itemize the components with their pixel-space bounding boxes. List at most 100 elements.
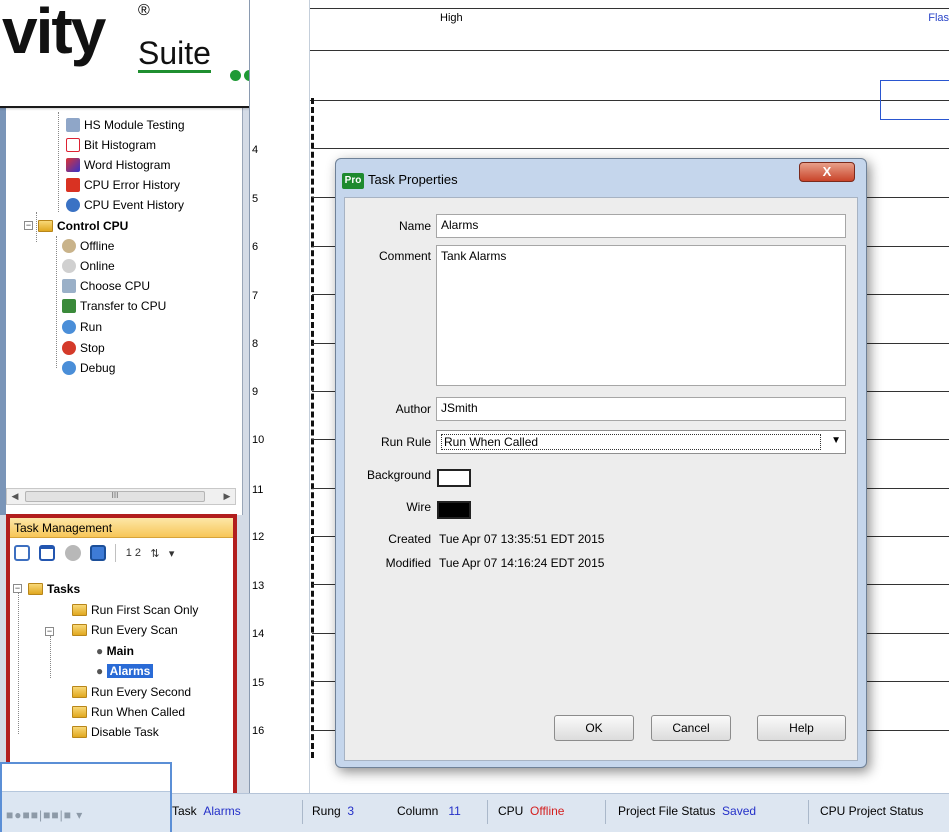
rung-number: 5 [252,193,259,205]
tree-item-cpu-event-history[interactable]: CPU Event History [66,195,184,215]
rung-number: 4 [252,144,259,156]
tree-item-label: CPU Error History [84,178,181,192]
tree-item-debug[interactable]: Debug [62,358,115,378]
tree-item-word-histogram[interactable]: Word Histogram [66,155,170,175]
folder-icon [72,726,87,738]
tree-item-label: Stop [80,341,105,355]
status-label: Project File Status [618,804,716,818]
status-separator [808,800,809,824]
task-properties-icon[interactable] [90,545,107,561]
collapse-toggle[interactable]: − [24,221,33,230]
tree-item-label: Run First Scan Only [91,603,199,617]
dialog-titlebar[interactable]: Pro Task Properties [342,167,458,193]
logo-suite-text: Suite [138,35,211,73]
tree-item-label: Offline [80,239,115,253]
ladder-top-border [310,8,949,9]
tree-item-label: Run Every Second [91,685,192,699]
tree-item-offline[interactable]: Offline [62,236,114,256]
open-task-icon[interactable] [39,545,56,561]
status-task-value: Alarms [203,804,241,818]
task-item-run-when-called[interactable]: Run When Called [72,702,185,722]
status-separator [487,800,488,824]
tree-item-label: Alarms [106,664,154,678]
word-histogram-icon [66,158,80,172]
name-label: Name [398,219,431,233]
tree-item-label: Control CPU [57,219,129,233]
disabled-task-icon[interactable] [64,545,81,561]
folder-icon [72,686,87,698]
tree-item-label: Run Every Scan [91,623,178,637]
task-item-run-every-scan[interactable]: Run Every Scan [72,620,178,640]
run-rule-select[interactable]: Run When Called ▼ [436,430,846,454]
rung-line [310,100,949,101]
task-tree-root[interactable]: Tasks [28,579,80,599]
scroll-right-arrow[interactable]: ▶ [221,491,233,502]
task-item-alarms[interactable]: ● Alarms [96,661,154,681]
move-task-icon[interactable]: ⇅ [150,547,159,560]
modified-value: Tue Apr 07 14:16:24 EDT 2015 [439,556,605,570]
tree-item-label: Run When Called [91,705,186,719]
cancel-button[interactable]: Cancel [651,715,731,741]
task-item-disable-task[interactable]: Disable Task [72,722,159,742]
rung-number: 10 [252,434,265,446]
wire-color-swatch[interactable] [437,501,471,519]
tree-connector [58,112,59,212]
tree-item-online[interactable]: Online [62,256,115,276]
rung-number: 12 [252,531,265,543]
author-field[interactable]: JSmith [436,397,846,421]
tree-item-hs-module-testing[interactable]: HS Module Testing [66,115,185,135]
ok-button[interactable]: OK [554,715,634,741]
tree-item-cpu-error-history[interactable]: CPU Error History [66,175,180,195]
task-item-run-first-scan[interactable]: Run First Scan Only [72,600,198,620]
tree-item-bit-histogram[interactable]: Bit Histogram [66,135,156,155]
sort-order-icon[interactable]: 1 2 [126,547,141,559]
task-panel-title: Task Management [10,518,233,538]
folder-icon [28,583,43,595]
dropdown-arrow-icon[interactable]: ▼ [831,435,841,446]
rung-number: 14 [252,628,265,640]
help-button[interactable]: Help [757,715,846,741]
scroll-left-arrow[interactable]: ◀ [9,491,21,502]
cpu-event-icon [66,198,80,212]
instruction-box[interactable] [880,80,949,120]
status-cpu: CPU Offline [498,804,564,818]
mini-toolbar-window: ■●■■|■■|■ ▾ [0,762,172,832]
scroll-thumb[interactable]: III [25,491,205,502]
folder-icon [72,604,87,616]
comment-field[interactable]: Tank Alarms [436,245,846,386]
ladder-header-label: High [440,12,463,24]
folder-icon [38,220,53,232]
mini-toolbar: ■●■■|■■|■ ▾ [2,791,170,832]
rung-number: 11 [252,484,264,496]
status-separator [302,800,303,824]
tree-item-label: Choose CPU [80,279,151,293]
task-item-run-every-second[interactable]: Run Every Second [72,682,191,702]
name-field[interactable]: Alarms [436,214,846,238]
status-cpu-project: CPU Project Status [820,804,924,818]
collapse-toggle[interactable]: − [45,627,54,636]
module-test-icon [66,118,80,132]
status-file: Project File Status Saved [618,804,756,818]
status-bar: Task Alarms Rung 3 Column 11 CPU Offline… [172,793,949,832]
tree-item-control-cpu[interactable]: Control CPU [38,216,128,236]
tree-item-run[interactable]: Run [62,317,102,337]
new-task-icon[interactable] [14,545,30,561]
task-item-main[interactable]: ● Main [96,641,134,661]
bullet-icon: ● [96,664,107,678]
tree-item-label: Main [106,644,134,658]
tree-item-choose-cpu[interactable]: Choose CPU [62,276,150,296]
rung-line [312,148,949,149]
tree-item-transfer-to-cpu[interactable]: Transfer to CPU [62,296,166,316]
collapse-toggle[interactable]: − [13,584,22,593]
close-button[interactable]: X [799,162,855,182]
bit-histogram-icon [66,138,80,152]
tree-item-stop[interactable]: Stop [62,338,105,358]
toolbar-dropdown-icon[interactable]: ▾ [169,547,175,560]
logo-brand-text: vity [2,0,106,67]
background-color-swatch[interactable] [437,469,471,487]
created-value: Tue Apr 07 13:35:51 EDT 2015 [439,532,605,546]
status-label: Column [397,804,439,818]
rung-number: 13 [252,580,265,592]
toolbar-icons[interactable]: ■●■■|■■|■ ▾ [6,808,83,822]
horizontal-scrollbar[interactable]: ◀ III ▶ [6,488,236,505]
